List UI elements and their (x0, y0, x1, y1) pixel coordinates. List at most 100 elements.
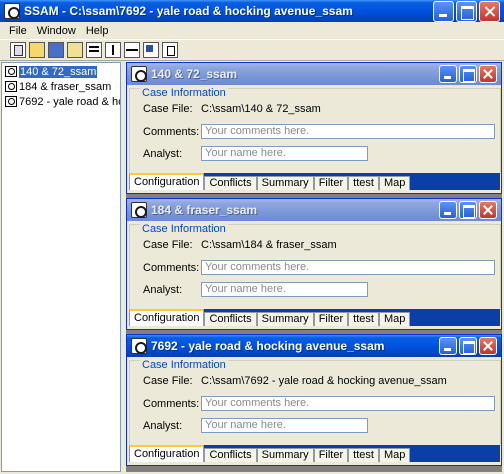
case-file-value: C:\ssam\140 & 72_ssam (201, 103, 321, 115)
tab-ttest[interactable]: ttest (348, 312, 379, 326)
tree-item-7692-yale[interactable]: 7692 - yale road & hocking (2, 95, 120, 108)
tab-configuration[interactable]: Configuration (129, 309, 205, 326)
tab-filter[interactable]: Filter (313, 448, 349, 462)
child-window-184-fraser: 184 & fraser_ssam Case Information Case … (126, 198, 502, 330)
comments-row: Comments: Your comments here. (143, 124, 495, 139)
main-title-bar[interactable]: SSAM - C:\ssam\7692 - yale road & hockin… (0, 0, 504, 22)
comments-field[interactable]: Your comments here. (201, 396, 495, 411)
case-file-value: C:\ssam\184 & fraser_ssam (201, 239, 337, 251)
comments-row: Comments: Your comments here. (143, 396, 495, 411)
close-button[interactable] (479, 0, 500, 22)
child-title-bar[interactable]: 184 & fraser_ssam (127, 199, 501, 221)
case-icon (5, 66, 17, 77)
tab-map[interactable]: Map (378, 312, 411, 326)
new-file-icon[interactable] (10, 42, 26, 58)
menu-file[interactable]: File (4, 25, 32, 37)
child-title-bar[interactable]: 7692 - yale road & hocking avenue_ssam (127, 335, 501, 357)
tree-item-label: 140 & 72_ssam (19, 65, 98, 78)
tab-conflicts[interactable]: Conflicts (204, 176, 257, 190)
tree-item-label: 184 & fraser_ssam (19, 80, 112, 93)
child-window-7692-yale: 7692 - yale road & hocking avenue_ssam C… (126, 334, 502, 466)
child-title: 184 & fraser_ssam (151, 203, 258, 217)
comments-label: Comments: (143, 261, 200, 274)
minimize-button[interactable] (439, 65, 457, 83)
comments-field[interactable]: Your comments here. (201, 124, 495, 139)
child-title-bar[interactable]: 140 & 72_ssam (127, 63, 501, 85)
maximize-button[interactable] (459, 65, 477, 83)
case-file-row: Case File: C:\ssam\140 & 72_ssam (143, 103, 321, 115)
tab-strip: Configuration Conflicts Summary Filter t… (129, 445, 500, 462)
child-title: 7692 - yale road & hocking avenue_ssam (151, 339, 385, 353)
minimize-button[interactable] (439, 337, 457, 355)
close-button[interactable] (479, 65, 497, 83)
mdi-workspace: 140 & 72_ssam Case Information Case File… (126, 62, 502, 472)
analyst-row: Analyst: Your name here. (143, 418, 368, 433)
tab-strip: Configuration Conflicts Summary Filter t… (129, 173, 500, 190)
maximize-button[interactable] (456, 0, 477, 22)
case-icon (131, 338, 147, 354)
maximize-button[interactable] (459, 337, 477, 355)
help-icon[interactable] (162, 42, 178, 58)
analyst-label: Analyst: (143, 283, 183, 296)
save-icon[interactable] (48, 42, 64, 58)
tree-item-140-72[interactable]: 140 & 72_ssam (2, 65, 120, 78)
tab-filter[interactable]: Filter (313, 312, 349, 326)
tile-vertical-icon[interactable] (105, 42, 121, 58)
analyst-row: Analyst: Your name here. (143, 282, 368, 297)
comments-row: Comments: Your comments here. (143, 260, 495, 275)
cascade-icon[interactable] (143, 42, 159, 58)
tab-configuration[interactable]: Configuration (129, 445, 205, 462)
tab-configuration[interactable]: Configuration (129, 173, 205, 190)
tab-summary[interactable]: Summary (256, 176, 314, 190)
case-tree[interactable]: 140 & 72_ssam 184 & fraser_ssam 7692 - y… (1, 62, 121, 472)
tab-filter[interactable]: Filter (313, 176, 349, 190)
arrange-icon[interactable] (124, 42, 140, 58)
app-icon (4, 3, 20, 19)
tab-map[interactable]: Map (378, 448, 411, 462)
save-all-icon[interactable] (67, 42, 83, 58)
tab-map[interactable]: Map (378, 176, 411, 190)
minimize-button[interactable] (439, 201, 457, 219)
comments-label: Comments: (143, 397, 200, 410)
tab-conflicts[interactable]: Conflicts (204, 312, 257, 326)
analyst-field[interactable]: Your name here. (201, 282, 368, 297)
child-title: 140 & 72_ssam (151, 67, 238, 81)
tab-conflicts[interactable]: Conflicts (204, 448, 257, 462)
tree-item-label: 7692 - yale road & hocking (19, 95, 120, 108)
case-file-row: Case File: C:\ssam\7692 - yale road & ho… (143, 375, 447, 387)
analyst-row: Analyst: Your name here. (143, 146, 368, 161)
close-button[interactable] (479, 337, 497, 355)
case-file-value: C:\ssam\7692 - yale road & hocking avenu… (201, 375, 447, 387)
case-icon (5, 81, 17, 92)
child-window-140-72: 140 & 72_ssam Case Information Case File… (126, 62, 502, 194)
case-file-label: Case File: (143, 239, 193, 251)
main-window-title: SSAM - C:\ssam\7692 - yale road & hockin… (24, 4, 353, 18)
analyst-field[interactable]: Your name here. (201, 146, 368, 161)
tab-ttest[interactable]: ttest (348, 448, 379, 462)
case-icon (131, 66, 147, 82)
close-button[interactable] (479, 201, 497, 219)
tab-summary[interactable]: Summary (256, 448, 314, 462)
analyst-field[interactable]: Your name here. (201, 418, 368, 433)
tab-summary[interactable]: Summary (256, 312, 314, 326)
menu-window[interactable]: Window (32, 25, 81, 37)
open-folder-icon[interactable] (29, 42, 45, 58)
case-information-group: Case Information Case File: C:\ssam\184 … (129, 223, 501, 310)
case-icon (131, 202, 147, 218)
comments-field[interactable]: Your comments here. (201, 260, 495, 275)
tile-horizontal-icon[interactable] (86, 42, 102, 58)
case-file-label: Case File: (143, 375, 193, 387)
analyst-label: Analyst: (143, 419, 183, 432)
maximize-button[interactable] (459, 201, 477, 219)
menu-help[interactable]: Help (81, 25, 114, 37)
case-information-group: Case Information Case File: C:\ssam\140 … (129, 87, 501, 174)
tree-item-184-fraser[interactable]: 184 & fraser_ssam (2, 80, 120, 93)
child-body: Case Information Case File: C:\ssam\7692… (127, 357, 501, 465)
child-body: Case Information Case File: C:\ssam\184 … (127, 221, 501, 329)
case-file-row: Case File: C:\ssam\184 & fraser_ssam (143, 239, 337, 251)
group-title: Case Information (140, 87, 228, 99)
tab-ttest[interactable]: ttest (348, 176, 379, 190)
minimize-button[interactable] (433, 0, 454, 22)
menu-bar: File Window Help (0, 22, 504, 39)
case-information-group: Case Information Case File: C:\ssam\7692… (129, 359, 501, 446)
